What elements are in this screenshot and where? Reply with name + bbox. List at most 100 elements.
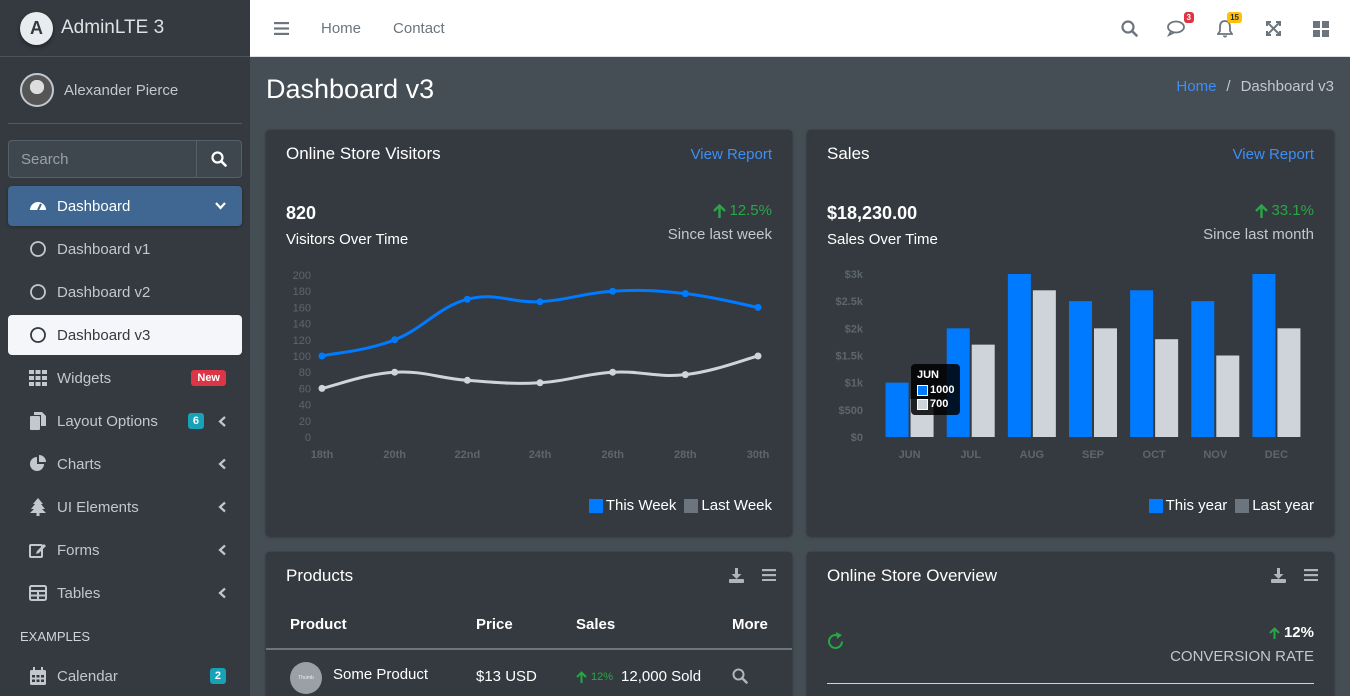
legend-label: This year [1165, 497, 1228, 514]
menu-button[interactable] [762, 568, 776, 588]
nav-link-contact[interactable]: Contact [393, 20, 445, 37]
y-tick-label: $2.5k [835, 296, 863, 308]
messages-button[interactable]: 3 [1166, 11, 1194, 40]
brand-logo: A [20, 11, 53, 45]
bar [1032, 290, 1056, 437]
card-title: Sales [827, 144, 870, 163]
sidebar-item-label: Dashboard v2 [57, 283, 151, 301]
sidebar-item-dashboard-v3[interactable]: Dashboard v3 [8, 315, 242, 355]
sidebar-item-forms[interactable]: Forms [8, 530, 242, 570]
view-report-link[interactable]: View Report [1233, 146, 1314, 163]
bar [1191, 301, 1215, 437]
breadcrumb-home[interactable]: Home [1176, 78, 1216, 95]
y-tick-label: 180 [293, 286, 311, 298]
conversion-rate: 12% [1269, 624, 1314, 641]
sidebar-item-tables[interactable]: Tables [8, 573, 242, 613]
notifications-button[interactable]: 15 [1214, 11, 1242, 40]
tree-icon [28, 498, 48, 516]
bars-icon [1304, 569, 1318, 582]
calendar-icon [28, 667, 48, 685]
circle-icon [28, 326, 48, 344]
avatar [20, 73, 54, 107]
sales-change-value: 33.1% [1271, 202, 1314, 219]
download-icon [1271, 568, 1286, 583]
brand-link[interactable]: A AdminLTE 3 [0, 0, 250, 57]
sidebar-search-input[interactable] [8, 140, 196, 178]
legend-item[interactable]: This Week [588, 497, 676, 514]
sidebar-item-layout-options[interactable]: Layout Options 6 [8, 401, 242, 441]
user-name[interactable]: Alexander Pierce [64, 82, 178, 99]
y-tick-label: 0 [305, 432, 311, 444]
conversion-value: 12% [1283, 624, 1314, 641]
sidebar-item-charts[interactable]: Charts [8, 444, 242, 484]
sidebar-item-ui-elements[interactable]: UI Elements [8, 487, 242, 527]
legend-item[interactable]: This year [1148, 497, 1228, 514]
sidebar-item-label: Tables [57, 584, 101, 602]
y-tick-label: 160 [293, 302, 311, 314]
navbar-search-button[interactable] [1118, 18, 1140, 40]
x-tick-label: OCT [1143, 449, 1167, 461]
top-navbar: Home Contact 3 15 [250, 0, 1350, 57]
download-button[interactable] [729, 568, 744, 588]
hamburger-menu-button[interactable] [274, 21, 289, 35]
sidebar-item-dashboard-v2[interactable]: Dashboard v2 [8, 272, 242, 312]
tooltip-title: JUN [917, 369, 940, 381]
brand-name: AdminLTE 3 [61, 17, 165, 38]
data-point [609, 368, 617, 376]
menu-button[interactable] [1304, 568, 1318, 588]
table-header: Product Price Sales More [266, 616, 792, 650]
chevron-left-icon [218, 501, 226, 513]
control-sidebar-button[interactable] [1310, 18, 1332, 40]
sidebar-item-dashboard[interactable]: Dashboard [8, 186, 242, 226]
notifications-badge: 15 [1227, 11, 1242, 23]
download-button[interactable] [1271, 568, 1286, 588]
tooltip-value: 700 [930, 398, 949, 410]
count-badge: 6 [187, 413, 204, 429]
sidebar-item-widgets[interactable]: Widgets New [8, 358, 242, 398]
user-panel[interactable]: Alexander Pierce [8, 57, 242, 124]
x-tick-label: 18th [311, 449, 334, 461]
data-point [536, 298, 544, 306]
x-tick-label: 22nd [454, 449, 480, 461]
copy-icon [28, 412, 48, 430]
card-title: Products [286, 566, 354, 585]
legend-swatch [588, 498, 603, 513]
sidebar-search-button[interactable] [196, 140, 242, 178]
sidebar-header-examples: EXAMPLES [20, 628, 91, 644]
chevron-left-icon [218, 415, 226, 427]
sales-card: Sales View Report $18,230.00 Sales Over … [807, 130, 1334, 536]
y-tick-label: 60 [299, 383, 311, 395]
messages-badge: 3 [1183, 11, 1194, 23]
column-header-sales: Sales [576, 616, 616, 633]
breadcrumb: Home / Dashboard v3 [1176, 78, 1334, 95]
sales-change: 33.1% [1255, 202, 1314, 219]
y-tick-label: 40 [299, 400, 311, 412]
legend-item[interactable]: Last Week [684, 497, 772, 514]
bar [1252, 274, 1276, 437]
visitors-value: 820 [286, 203, 317, 223]
view-report-link[interactable]: View Report [691, 146, 772, 163]
sidebar-item-dashboard-v1[interactable]: Dashboard v1 [8, 229, 242, 269]
bar [1069, 301, 1092, 437]
nav-link-home[interactable]: Home [321, 20, 361, 37]
sidebar-item-calendar[interactable]: Calendar 2 [8, 656, 242, 696]
th-icon [28, 370, 48, 386]
data-point [391, 336, 399, 344]
y-tick-label: 100 [293, 351, 311, 363]
legend-item[interactable]: Last year [1235, 497, 1314, 514]
sidebar-item-label: Forms [57, 541, 100, 559]
legend-swatch [684, 498, 699, 513]
fullscreen-button[interactable] [1262, 18, 1284, 40]
data-point [609, 287, 617, 295]
chevron-left-icon [218, 458, 226, 470]
column-header-product: Product [290, 616, 347, 633]
visitors-line-chart: 0 20 40 60 80 100 120 140 160 180 200 18th 20th 22nd 2… [293, 270, 770, 461]
chevron-left-icon [218, 587, 226, 599]
product-view-button[interactable] [732, 668, 748, 688]
sales-label: Sales Over Time [827, 231, 938, 248]
bars-icon [274, 21, 289, 35]
breadcrumb-separator: / [1226, 78, 1231, 95]
count-badge: 2 [209, 668, 226, 684]
data-point [318, 352, 326, 360]
table-icon [28, 585, 48, 601]
